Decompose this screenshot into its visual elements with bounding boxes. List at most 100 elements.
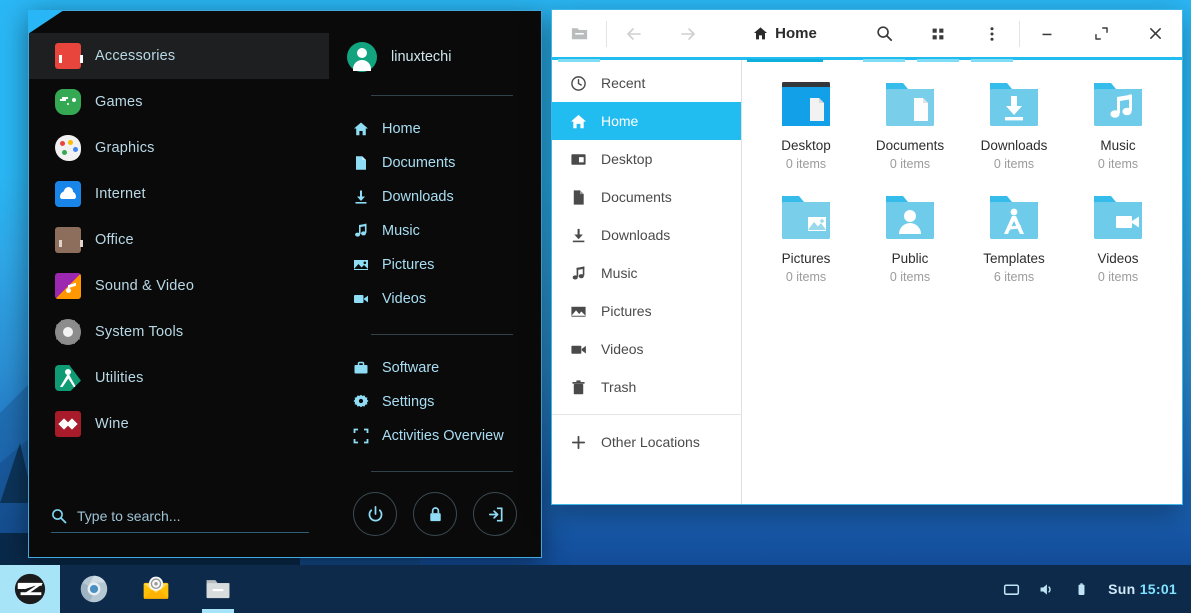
search-button[interactable]	[857, 10, 911, 62]
sidebar-label: Recent	[601, 75, 646, 91]
sidebar-label: Home	[601, 113, 639, 129]
menu-software[interactable]: Software	[329, 351, 541, 385]
sidebar-item-pictures[interactable]: Pictures	[552, 292, 741, 330]
file-item-public[interactable]: Public 0 items	[858, 187, 962, 288]
category-label: System Tools	[95, 324, 184, 340]
file-item-pictures[interactable]: Pictures 0 items	[754, 187, 858, 288]
clock[interactable]: Sun 15:01	[1108, 581, 1177, 597]
search-input[interactable]: Type to search...	[77, 508, 181, 524]
wine-diamond-icon	[55, 411, 81, 437]
forward-button[interactable]	[661, 10, 715, 59]
main-menu-button[interactable]	[965, 10, 1019, 62]
lock-button[interactable]	[413, 492, 457, 536]
place-downloads[interactable]: Downloads	[329, 180, 541, 214]
close-button[interactable]	[1128, 10, 1182, 59]
sidebar-item-documents[interactable]: Documents	[552, 178, 741, 216]
back-button[interactable]	[607, 10, 661, 59]
menu-category-system-tools[interactable]: System Tools	[29, 309, 329, 355]
video-camera-icon	[354, 295, 368, 303]
clock-icon	[571, 75, 586, 91]
software-bag-icon	[354, 361, 368, 374]
zorin-menu-button[interactable]	[0, 565, 60, 613]
files-icon	[206, 580, 230, 599]
sidebar-toggle-button[interactable]	[552, 10, 606, 62]
place-videos[interactable]: Videos	[329, 282, 541, 316]
category-label: Games	[95, 94, 143, 110]
file-manager-headerbar: Home	[552, 10, 1182, 62]
place-documents[interactable]: Documents	[329, 146, 541, 180]
taskbar-app-files[interactable]	[196, 565, 240, 613]
button-accent	[863, 58, 905, 62]
gear-icon	[55, 319, 81, 345]
file-item-documents[interactable]: Documents 0 items	[858, 74, 962, 175]
place-label: Downloads	[382, 189, 454, 205]
system-label: Settings	[382, 394, 435, 410]
divider	[371, 471, 513, 472]
sidebar-item-videos[interactable]: Videos	[552, 330, 741, 368]
menu-places-pane: linuxtechi Home Documents Downloads Musi…	[329, 11, 541, 557]
menu-category-utilities[interactable]: Utilities	[29, 355, 329, 401]
speaker-icon[interactable]	[1038, 581, 1055, 598]
menu-category-graphics[interactable]: Graphics	[29, 125, 329, 171]
shutdown-button[interactable]	[353, 492, 397, 536]
category-label: Office	[95, 232, 134, 248]
taskbar-app-chromium[interactable]	[72, 565, 116, 613]
minimize-button[interactable]	[1020, 10, 1074, 59]
home-icon	[570, 114, 587, 128]
file-item-videos[interactable]: Videos 0 items	[1066, 187, 1170, 288]
divider	[371, 334, 513, 335]
overview-icon	[353, 428, 369, 444]
sidebar-label: Desktop	[601, 151, 653, 167]
sidebar-item-music[interactable]: Music	[552, 254, 741, 292]
menu-activities-overview[interactable]: Activities Overview	[329, 419, 541, 453]
file-name: Documents	[875, 138, 945, 153]
menu-category-wine[interactable]: Wine	[29, 401, 329, 447]
video-camera-icon	[571, 345, 586, 354]
file-item-music[interactable]: Music 0 items	[1066, 74, 1170, 175]
document-icon	[573, 189, 584, 205]
file-item-templates[interactable]: Templates 6 items	[962, 187, 1066, 288]
sidebar-item-other-locations[interactable]: Other Locations	[552, 423, 741, 461]
place-music[interactable]: Music	[329, 214, 541, 248]
path-button-home[interactable]: Home	[741, 10, 829, 62]
sidebar-item-desktop[interactable]: Desktop	[552, 140, 741, 178]
document-icon	[356, 156, 366, 170]
place-home[interactable]: Home	[329, 112, 541, 146]
file-name: Downloads	[980, 138, 1048, 153]
folder-toggle-icon	[571, 28, 587, 40]
battery-icon[interactable]	[1073, 581, 1090, 598]
application-menu: Accessories Games Graphics Internet Offi	[28, 10, 542, 558]
taskbar-app-mail[interactable]	[134, 565, 178, 613]
menu-category-games[interactable]: Games	[29, 79, 329, 125]
menu-category-sound-video[interactable]: Sound & Video	[29, 263, 329, 309]
file-item-downloads[interactable]: Downloads 0 items	[962, 74, 1066, 175]
menu-settings[interactable]: Settings	[329, 385, 541, 419]
file-name: Templates	[983, 251, 1045, 266]
view-toggle-button[interactable]	[911, 10, 965, 62]
menu-category-internet[interactable]: Internet	[29, 171, 329, 217]
menu-category-office[interactable]: Office	[29, 217, 329, 263]
gear-icon	[353, 394, 369, 408]
sidebar-item-recent[interactable]: Recent	[552, 64, 741, 102]
button-accent	[558, 58, 600, 62]
download-icon	[355, 190, 367, 204]
menu-search-box[interactable]: Type to search...	[51, 508, 309, 533]
music-note-icon	[572, 266, 585, 280]
display-icon[interactable]	[1003, 581, 1020, 598]
sidebar-item-trash[interactable]: Trash	[552, 368, 741, 406]
image-icon	[354, 260, 368, 270]
videos-folder-icon	[1094, 196, 1142, 239]
menu-category-accessories[interactable]: Accessories	[29, 33, 329, 79]
file-manager-body: Recent Home Desktop Documents Downloads …	[552, 60, 1182, 504]
sidebar-item-home[interactable]: Home	[552, 102, 741, 140]
user-row[interactable]: linuxtechi	[329, 37, 541, 77]
lock-icon	[429, 506, 441, 521]
arrow-left-icon	[627, 27, 641, 40]
maximize-button[interactable]	[1074, 10, 1128, 59]
logout-button[interactable]	[473, 492, 517, 536]
file-item-desktop[interactable]: Desktop 0 items	[754, 74, 858, 175]
category-label: Accessories	[95, 48, 176, 64]
sidebar-item-downloads[interactable]: Downloads	[552, 216, 741, 254]
place-label: Pictures	[382, 257, 435, 273]
place-pictures[interactable]: Pictures	[329, 248, 541, 282]
